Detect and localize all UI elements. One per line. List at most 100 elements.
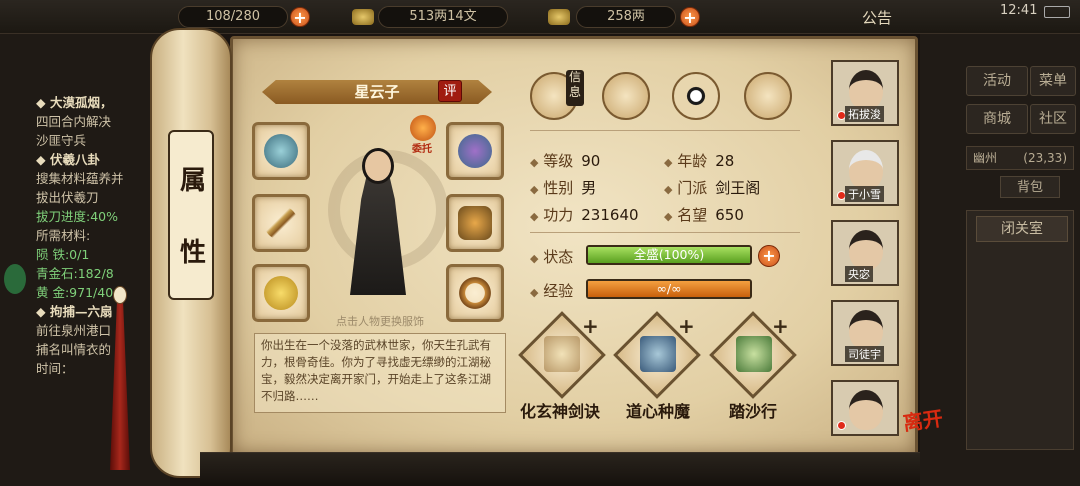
gold-value: 258两	[607, 9, 645, 24]
review-button[interactable]: 评	[438, 80, 462, 102]
quest-line: 沙匪守兵	[36, 133, 87, 148]
power-value: 231640	[581, 206, 639, 224]
scroll-title-char-2: 性	[179, 238, 206, 268]
leave-button[interactable]: 离开	[901, 401, 955, 455]
sect-value: 剑王阁	[715, 179, 761, 197]
bottom-dock	[200, 452, 920, 486]
delegate-icon[interactable]	[410, 115, 436, 141]
sword-icon	[264, 206, 298, 240]
age-stat: ◆ 年龄 28	[664, 152, 735, 170]
quest-line: 所需材料:	[36, 228, 91, 243]
money-display: 513两14文	[378, 6, 508, 28]
gender-value: 男	[581, 179, 597, 197]
restore-status-button[interactable]: +	[758, 245, 780, 267]
menu-button[interactable]: 菜单	[1030, 66, 1076, 96]
equip-slot-armor[interactable]	[446, 194, 504, 252]
quest-line: 陨 铁:0/1	[36, 247, 90, 262]
community-button[interactable]: 社区	[1030, 104, 1076, 134]
party-member-5[interactable]	[831, 380, 899, 436]
scroll-book-icon	[544, 336, 580, 372]
quest-line: 前往泉州港口	[36, 323, 112, 338]
body-tab-icon[interactable]	[744, 72, 792, 120]
location-name: 幽州	[973, 151, 998, 165]
alert-dot	[837, 421, 846, 430]
location-display: 幽州 (23,33)	[966, 146, 1074, 170]
gold-ingot-icon	[548, 9, 570, 25]
divider	[530, 232, 800, 233]
party-member-name: 司徒宇	[845, 346, 884, 362]
armor-icon	[458, 206, 492, 240]
fame-label: 名望	[677, 206, 708, 224]
activity-button[interactable]: 活动	[966, 66, 1028, 96]
closed-room-button[interactable]: 闭关室	[976, 216, 1068, 242]
portrait-face	[849, 150, 883, 190]
stamina-value: 108/280	[205, 9, 260, 24]
hat-icon	[458, 134, 492, 168]
level-stat: ◆ 等级 90	[530, 152, 601, 170]
party-member-4[interactable]: 司徒宇	[831, 300, 899, 366]
sect-label: 门派	[677, 179, 708, 197]
sect-stat: ◆ 门派 剑王阁	[664, 179, 761, 197]
scroll-green-icon	[736, 336, 772, 372]
portrait-face	[849, 70, 883, 110]
power-stat: ◆ 功力 231640	[530, 206, 639, 224]
add-gold-button[interactable]: +	[680, 7, 700, 27]
quest-line: 搜集材料蕴养并	[36, 171, 124, 186]
skill-add-3[interactable]: +	[772, 314, 789, 338]
quest-line: 四回合内解决	[36, 114, 112, 129]
exp-value: ∞/∞	[656, 281, 682, 296]
age-label: 年龄	[677, 152, 708, 170]
bagua-tab-icon[interactable]	[672, 72, 720, 120]
party-member-1[interactable]: 拓拔浚	[831, 60, 899, 126]
clock: 12:41	[1000, 3, 1038, 18]
money-value: 513两14文	[409, 9, 477, 24]
character-head[interactable]	[362, 148, 394, 184]
shop-button[interactable]: 商城	[966, 104, 1028, 134]
delegate-label[interactable]: 委托	[402, 140, 442, 155]
skill-name-3: 踏沙行	[728, 402, 777, 421]
character-description: 你出生在一个没落的武林世家，你天生孔武有力，根骨奇佳。你为了寻找虚无缥缈的江湖秘…	[254, 333, 506, 413]
quest-line: 拔出伏羲刀	[36, 190, 99, 205]
headgear-icon	[264, 134, 298, 168]
equip-slot-weapon[interactable]	[252, 194, 310, 252]
scroll-blue-icon	[640, 336, 676, 372]
tassel-bead	[113, 286, 127, 304]
side-list	[966, 210, 1074, 450]
gold-display: 258两	[576, 6, 676, 28]
party-member-3[interactable]: 央宓	[831, 220, 899, 286]
age-value: 28	[715, 152, 735, 170]
portrait-face	[849, 310, 883, 350]
prayer-beads-icon	[458, 276, 492, 310]
bag-button[interactable]: 背包	[1000, 176, 1060, 198]
quest-line: 捕名叫情衣的	[36, 342, 112, 357]
scroll-title-char-1: 属	[179, 166, 206, 196]
location-coords: (23,33)	[1023, 151, 1067, 165]
skill-name-2: 道心种魔	[625, 402, 690, 421]
fame-value: 650	[715, 206, 744, 224]
notice-button[interactable]: 公告	[862, 7, 892, 28]
side-toggle-icon[interactable]	[4, 264, 26, 294]
gold-ring-icon	[264, 276, 298, 310]
portrait-face	[849, 230, 883, 270]
party-member-name: 央宓	[845, 266, 873, 282]
status-bar: 全盛(100%)	[586, 245, 752, 265]
equip-slot-headgear[interactable]	[252, 122, 310, 180]
quest-line: 青金石:182/8	[36, 266, 114, 281]
map-tab-icon[interactable]	[602, 72, 650, 120]
skill-add-1[interactable]: +	[582, 314, 599, 338]
top-resource-bar	[0, 0, 1080, 34]
skill-name-1: 化玄神剑诀	[519, 402, 600, 421]
money-icon	[352, 9, 374, 25]
party-member-name: 拓拔浚	[845, 106, 884, 122]
add-stamina-button[interactable]: +	[290, 7, 310, 27]
power-label: 功力	[543, 206, 574, 224]
party-member-2[interactable]: 于小雪	[831, 140, 899, 206]
fame-stat: ◆ 名望 650	[664, 206, 744, 224]
quest-line: ◆ 大漠孤烟，	[36, 95, 113, 110]
quest-line: 拔刀进度:40%	[36, 209, 118, 224]
exp-label: ◆ 经验	[530, 282, 574, 300]
level-label: 等级	[543, 152, 574, 170]
info-tab-label[interactable]: 信息	[566, 70, 584, 106]
skill-add-2[interactable]: +	[678, 314, 695, 338]
equip-slot-hat[interactable]	[446, 122, 504, 180]
